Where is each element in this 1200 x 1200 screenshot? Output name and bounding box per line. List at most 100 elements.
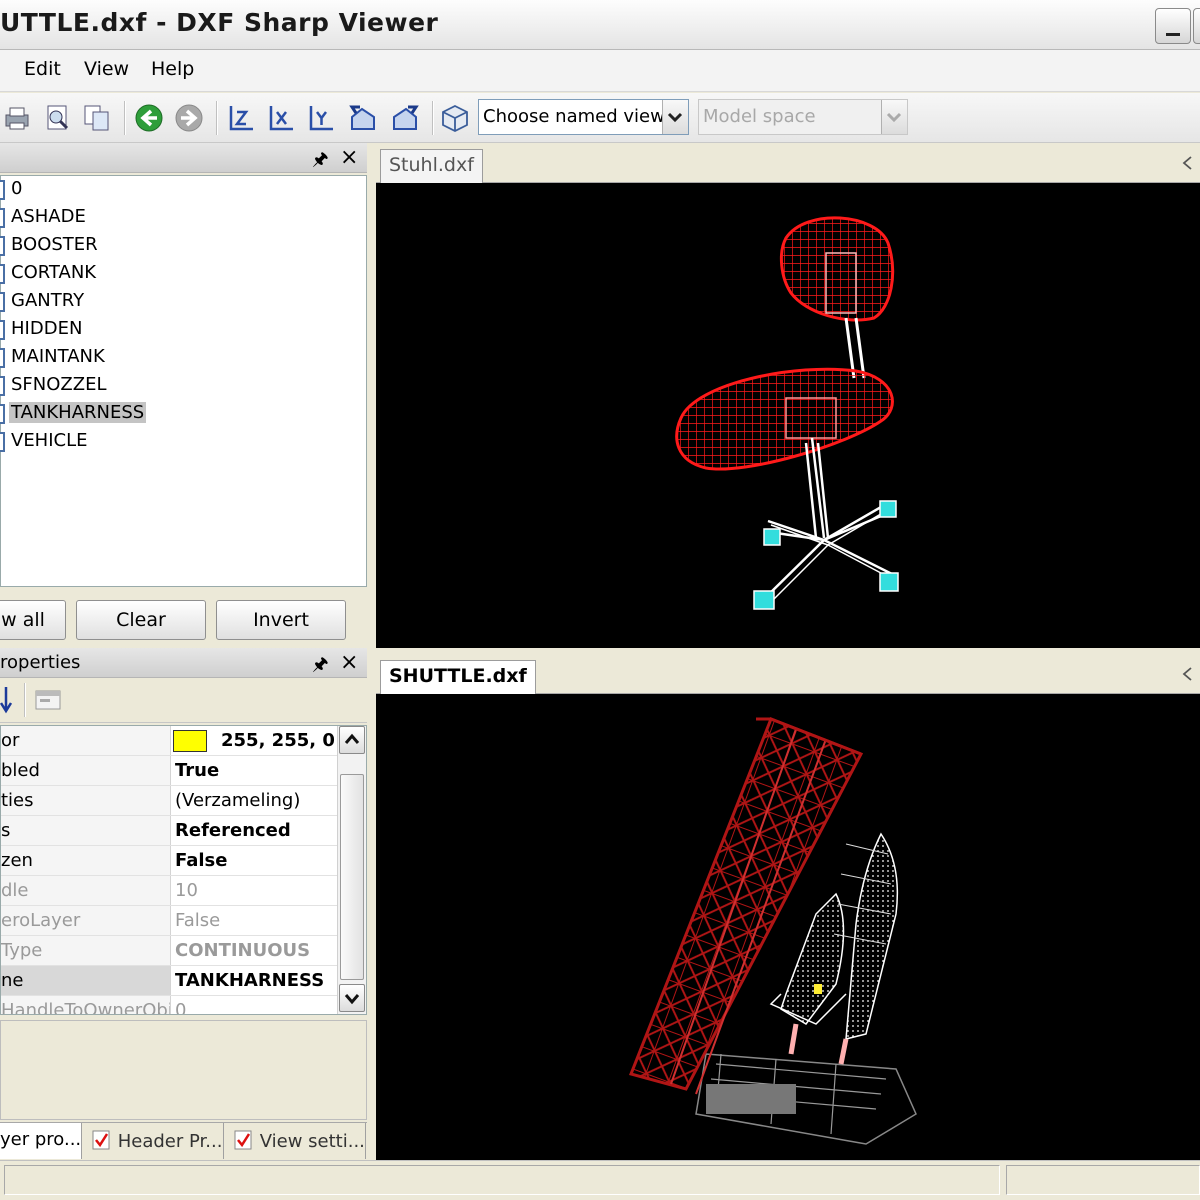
tab-view-settings[interactable]: View setti...: [226, 1123, 366, 1159]
chevron-down-icon[interactable]: [662, 100, 688, 134]
close-icon[interactable]: ×: [340, 145, 358, 170]
toolbar: Choose named view Model space: [0, 93, 1200, 143]
sort-icon[interactable]: [0, 685, 14, 715]
tab-scroll-left-icon[interactable]: [1180, 155, 1194, 171]
scroll-thumb[interactable]: [340, 774, 364, 980]
property-description-pane: [0, 1020, 367, 1120]
menu-edit[interactable]: Edit: [24, 58, 61, 80]
property-row[interactable]: dle 10: [1, 876, 337, 906]
toolbar-separator: [124, 101, 126, 135]
layer-list[interactable]: 0 ASHADE BOOSTER CORTANK GANTRY HIDDEN M…: [0, 175, 367, 587]
properties-title: roperties: [0, 652, 81, 673]
layer-item[interactable]: CORTANK: [0, 260, 201, 288]
status-field: [1006, 1165, 1200, 1195]
rotate-left-icon[interactable]: [348, 103, 378, 133]
layer-item[interactable]: GANTRY: [0, 288, 201, 316]
layer-checkbox[interactable]: [0, 208, 5, 228]
tab-scroll-left-icon[interactable]: [1180, 666, 1194, 682]
property-row-selected[interactable]: ne TANKHARNESS: [1, 966, 337, 996]
document-check-icon: [92, 1130, 110, 1150]
toolbar-separator: [432, 101, 434, 135]
pin-icon[interactable]: 🖈︎: [312, 147, 329, 177]
properties-toolbar: [0, 679, 367, 723]
scroll-down-button[interactable]: [339, 984, 365, 1012]
window-title: UTTLE.dxf - DXF Sharp Viewer: [0, 8, 439, 37]
space-select: Model space: [698, 99, 908, 135]
chevron-down-icon: [881, 100, 907, 134]
property-pages-icon[interactable]: [34, 687, 62, 713]
bottom-viewport[interactable]: [376, 694, 1200, 1160]
named-view-select[interactable]: Choose named view: [478, 99, 689, 135]
top-viewport[interactable]: [376, 183, 1200, 648]
toolbar-separator: [216, 101, 218, 135]
property-scrollbar[interactable]: [337, 726, 366, 1014]
3d-box-icon[interactable]: [440, 103, 470, 133]
layer-item[interactable]: HIDDEN: [0, 316, 201, 344]
layer-item[interactable]: ASHADE: [0, 204, 201, 232]
layer-checkbox[interactable]: [0, 404, 5, 424]
layer-checkbox[interactable]: [0, 376, 5, 396]
top-document-tabbar: Stuhl.dxf: [376, 143, 1200, 183]
minimize-icon: [1166, 33, 1180, 36]
clear-button[interactable]: Clear: [76, 600, 206, 640]
tab-shuttle-dxf[interactable]: SHUTTLE.dxf: [380, 660, 536, 694]
space-value: Model space: [703, 106, 816, 127]
property-row[interactable]: ties (Verzameling): [1, 786, 337, 816]
back-arrow-icon[interactable]: [134, 103, 164, 133]
layer-item[interactable]: SFNOZZEL: [0, 372, 201, 400]
layer-checkbox[interactable]: [0, 292, 5, 312]
toolbar-separator: [24, 683, 26, 717]
layer-item[interactable]: 0: [0, 176, 201, 204]
layer-item[interactable]: MAINTANK: [0, 344, 201, 372]
tab-stuhl-dxf[interactable]: Stuhl.dxf: [380, 149, 483, 183]
property-row[interactable]: eroLayer False: [1, 906, 337, 936]
layer-item[interactable]: BOOSTER: [0, 232, 201, 260]
close-icon[interactable]: ×: [340, 650, 358, 675]
minimize-button[interactable]: [1155, 8, 1191, 44]
property-row[interactable]: HandleToOwnerObj 0: [1, 996, 337, 1014]
print-icon[interactable]: [2, 103, 32, 133]
view-z-icon[interactable]: [226, 103, 256, 133]
property-row[interactable]: bled True: [1, 756, 337, 786]
view-x-icon[interactable]: [266, 103, 296, 133]
menu-help[interactable]: Help: [151, 58, 194, 80]
status-field: [4, 1165, 1000, 1195]
view-y-icon[interactable]: [306, 103, 336, 133]
shuttle-model: [628, 717, 917, 1145]
layer-item[interactable]: VEHICLE: [0, 428, 201, 456]
show-all-button[interactable]: w all: [0, 600, 66, 640]
bottom-document-tabbar: SHUTTLE.dxf: [376, 654, 1200, 694]
rotate-right-icon[interactable]: [390, 103, 420, 133]
zoom-icon[interactable]: [43, 103, 73, 133]
layer-checkbox[interactable]: [0, 180, 5, 200]
status-bar: [0, 1160, 1200, 1200]
scroll-up-button[interactable]: [339, 726, 365, 754]
properties-panel-header: roperties 🖈︎ ×: [0, 648, 367, 678]
layer-checkbox[interactable]: [0, 432, 5, 452]
copy-icon[interactable]: [82, 103, 112, 133]
vertical-splitter[interactable]: [367, 143, 376, 1160]
pin-icon[interactable]: 🖈︎: [312, 652, 329, 682]
property-grid: or 255, 255, 0 bled True ties (Verzameling)…: [0, 725, 367, 1015]
property-row[interactable]: Type CONTINUOUS: [1, 936, 337, 966]
layer-checkbox[interactable]: [0, 236, 5, 256]
property-row[interactable]: zen False: [1, 846, 337, 876]
tab-layer-properties[interactable]: yer pro...: [0, 1123, 82, 1159]
layer-checkbox[interactable]: [0, 320, 5, 340]
layer-checkbox[interactable]: [0, 264, 5, 284]
layer-item-selected[interactable]: TANKHARNESS: [0, 400, 201, 428]
bottom-tab-bar: yer pro... Header Pr... View setti...: [0, 1122, 370, 1160]
tab-header-properties[interactable]: Header Pr...: [84, 1123, 224, 1159]
property-row[interactable]: or 255, 255, 0: [1, 726, 337, 756]
forward-arrow-icon[interactable]: [174, 103, 204, 133]
menu-bar: Edit View Help: [0, 50, 1200, 92]
title-bar: UTTLE.dxf - DXF Sharp Viewer: [0, 0, 1200, 50]
maximize-button[interactable]: [1193, 8, 1200, 44]
layers-panel-header: 🖈︎ ×: [0, 143, 367, 173]
invert-button[interactable]: Invert: [216, 600, 346, 640]
property-row[interactable]: s Referenced: [1, 816, 337, 846]
menu-view[interactable]: View: [84, 58, 129, 80]
layer-checkbox[interactable]: [0, 348, 5, 368]
named-view-value: Choose named view: [483, 106, 665, 127]
document-check-icon: [234, 1130, 252, 1150]
